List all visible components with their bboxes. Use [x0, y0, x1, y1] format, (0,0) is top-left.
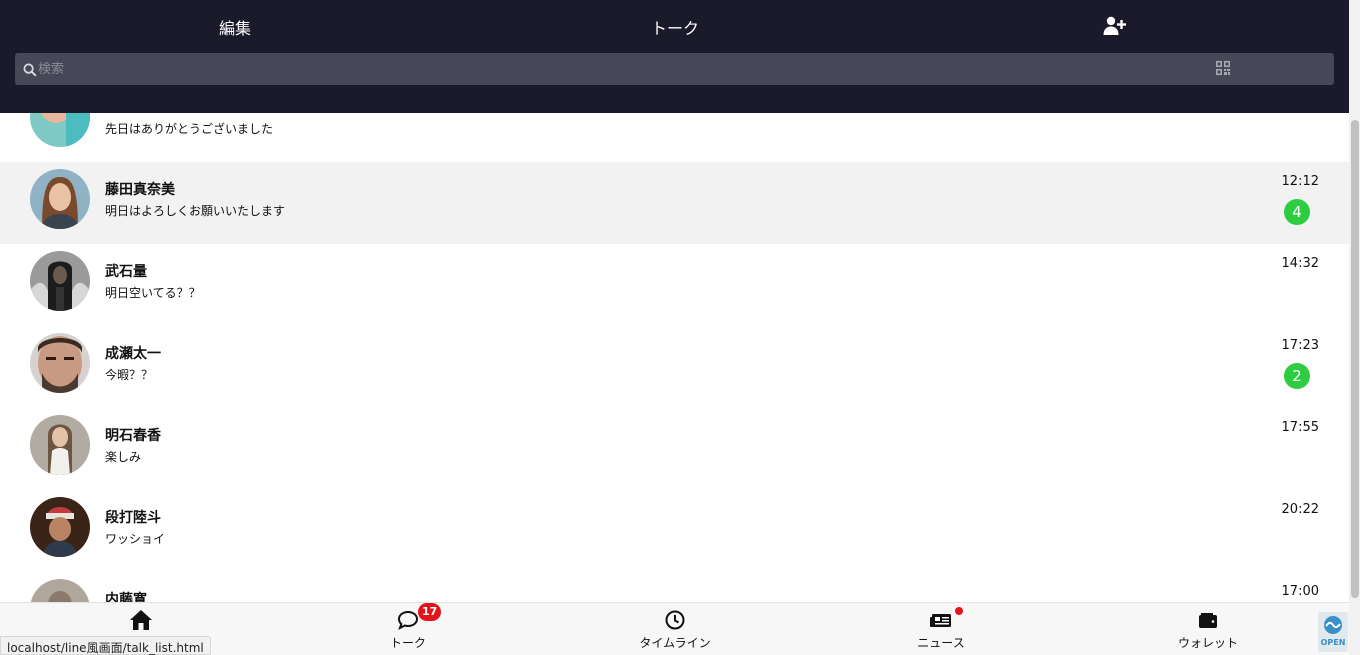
- wallet-icon: [1196, 609, 1220, 631]
- chat-time: 17:55: [1281, 420, 1319, 435]
- chat-time: 20:22: [1281, 502, 1319, 517]
- chat-time: 17:00: [1281, 584, 1319, 599]
- chat-row[interactable]: 明石春香 楽しみ 17:55: [0, 408, 1349, 490]
- chat-name: 藤田真奈美: [105, 182, 175, 198]
- clock-icon: [663, 609, 687, 631]
- unread-badge: 4: [1284, 199, 1310, 225]
- user-plus-icon[interactable]: [1102, 14, 1126, 38]
- avatar: [30, 497, 90, 557]
- browser-status-url: localhost/line風画面/talk_list.html: [0, 636, 211, 655]
- open-widget[interactable]: OPEN: [1318, 612, 1348, 652]
- chat-message: 今暇？？: [105, 368, 154, 382]
- nav-label: トーク: [389, 636, 426, 650]
- home-icon: [129, 609, 153, 631]
- chat-message: 明日はよろしくお願いいたします: [105, 204, 286, 218]
- chat-row[interactable]: 武石量 明日空いてる？？ 14:32: [0, 244, 1349, 326]
- notification-count-badge: 17: [418, 603, 442, 621]
- qr-code-icon[interactable]: [1215, 60, 1231, 76]
- chat-row[interactable]: 藤田真奈美 明日はよろしくお願いいたします 12:12 4: [0, 162, 1349, 244]
- chat-message: 楽しみ: [105, 450, 142, 464]
- edit-button[interactable]: 編集: [205, 15, 265, 39]
- nav-timeline[interactable]: タイムライン: [605, 603, 745, 655]
- chat-row[interactable]: 成瀬太一 今暇？？ 17:23 2: [0, 326, 1349, 408]
- avatar: [30, 415, 90, 475]
- chat-message: 先日はありがとうございました: [105, 122, 274, 136]
- search-input[interactable]: [38, 57, 1188, 81]
- avatar: [30, 333, 90, 393]
- chat-message: 明日空いてる？？: [105, 286, 201, 300]
- scrollbar-thumb[interactable]: [1351, 120, 1359, 598]
- chat-row[interactable]: 内藤寛 17:00: [0, 572, 1349, 602]
- header-row: 編集 トーク: [0, 0, 1349, 50]
- chat-row[interactable]: 段打陸斗 ワッショイ 20:22: [0, 490, 1349, 572]
- chat-list: 先日はありがとうございました 藤田真奈美 明日はよろしくお願いいたします 12:…: [0, 80, 1349, 602]
- chat-bubble-icon: [396, 609, 420, 631]
- chat-time: 14:32: [1281, 256, 1319, 271]
- avatar: [30, 169, 90, 229]
- unread-badge: 2: [1284, 363, 1310, 389]
- news-notification-dot: [955, 607, 963, 615]
- chat-time: 17:23: [1281, 338, 1319, 353]
- chat-name: 明石春香: [105, 428, 161, 444]
- chat-name: 段打陸斗: [105, 510, 161, 526]
- open-label: OPEN: [1320, 638, 1346, 647]
- nav-wallet[interactable]: ウォレット: [1138, 603, 1278, 655]
- nav-news[interactable]: ニュース: [871, 603, 1011, 655]
- nav-talk[interactable]: 17 トーク: [338, 603, 478, 655]
- chat-name: 内藤寛: [105, 592, 147, 602]
- top-header: 編集 トーク: [0, 0, 1349, 113]
- newspaper-icon: [929, 609, 953, 631]
- avatar: [30, 251, 90, 311]
- avatar: [30, 579, 90, 602]
- chat-name: 成瀬太一: [105, 346, 161, 362]
- nav-label: ウォレット: [1177, 636, 1238, 650]
- chat-message: ワッショイ: [105, 532, 166, 546]
- wave-icon: [1324, 616, 1342, 634]
- page-title: トーク: [650, 19, 699, 38]
- search-icon: [23, 62, 37, 77]
- nav-label: タイムライン: [639, 636, 711, 650]
- chat-time: 12:12: [1281, 174, 1319, 189]
- chat-name: 武石量: [105, 264, 147, 280]
- nav-label: ニュース: [917, 636, 965, 650]
- search-bar[interactable]: [15, 53, 1334, 85]
